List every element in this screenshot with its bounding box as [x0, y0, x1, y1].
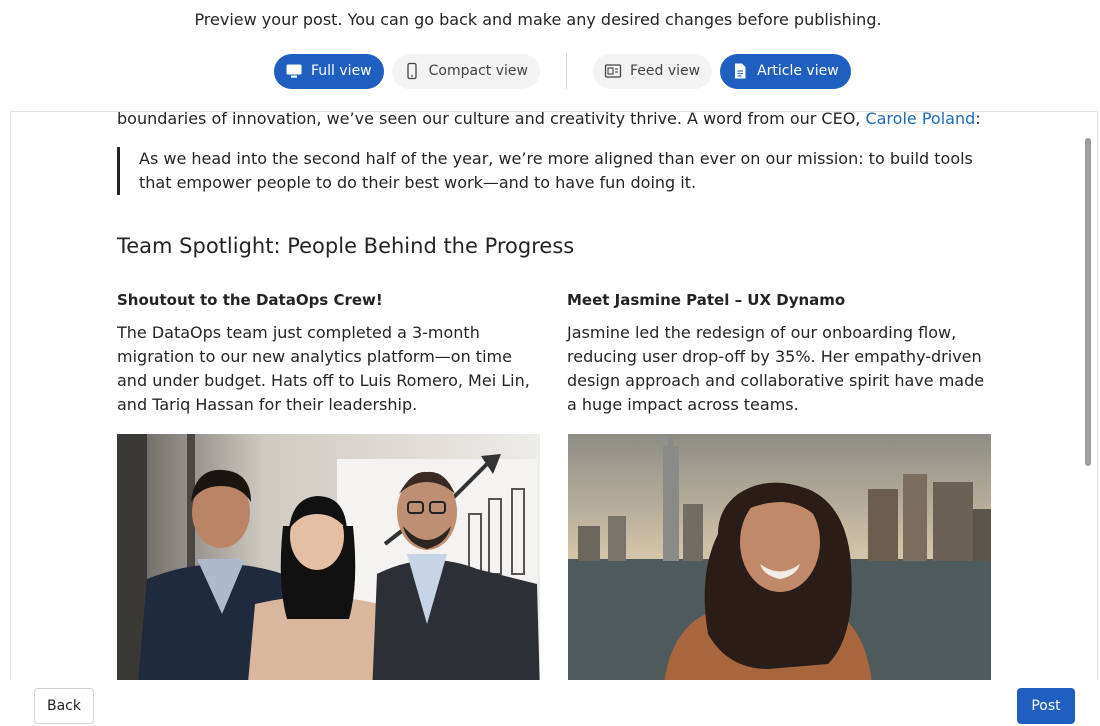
column-title: Shoutout to the DataOps Crew!	[117, 291, 383, 309]
team-photo	[117, 434, 540, 680]
phone-icon	[402, 61, 422, 81]
full-view-button[interactable]: Full view	[274, 53, 384, 89]
toolbar-divider	[565, 53, 567, 89]
column-title: Meet Jasmine Patel – UX Dynamo	[567, 291, 846, 309]
post-button[interactable]: Post	[1017, 688, 1075, 724]
feed-view-button[interactable]: Feed view	[592, 53, 713, 89]
ceo-quote: As we head into the second half of the y…	[117, 147, 987, 195]
footer-bar: Back Post	[0, 680, 1100, 726]
view-toolbar: Full view Compact view Feed view Article…	[274, 53, 851, 89]
scrollbar-thumb[interactable]	[1085, 138, 1091, 466]
column-body: The DataOps team just completed a 3-mont…	[117, 323, 530, 414]
back-button[interactable]: Back	[34, 688, 94, 724]
ceo-link[interactable]: Carole Poland	[865, 112, 975, 128]
compact-view-button[interactable]: Compact view	[391, 53, 540, 89]
jasmine-portrait-photo	[568, 434, 991, 680]
feed-view-label: Feed view	[629, 63, 701, 79]
column-body: Jasmine led the redesign of our onboardi…	[567, 323, 985, 414]
section-heading: Team Spotlight: People Behind the Progre…	[117, 234, 575, 258]
article-view-label: Article view	[757, 63, 839, 79]
compact-view-label: Compact view	[428, 63, 528, 79]
lead-text: boundaries of innovation, we’ve seen our…	[117, 111, 866, 128]
lead-paragraph: boundaries of innovation, we’ve seen our…	[117, 111, 981, 131]
spotlight-column-dataops: Shoutout to the DataOps Crew! The DataOp…	[117, 289, 547, 417]
full-view-label: Full view	[311, 63, 372, 79]
spotlight-column-jasmine: Meet Jasmine Patel – UX Dynamo Jasmine l…	[567, 289, 997, 417]
feed-icon	[603, 61, 623, 81]
document-icon	[730, 61, 750, 81]
monitor-icon	[284, 61, 304, 81]
lead-end: :	[975, 111, 981, 128]
preview-instructions: Preview your post. You can go back and m…	[194, 10, 882, 29]
article-preview-pane[interactable]: boundaries of innovation, we’ve seen our…	[10, 111, 1098, 680]
article-view-button[interactable]: Article view	[720, 53, 851, 89]
